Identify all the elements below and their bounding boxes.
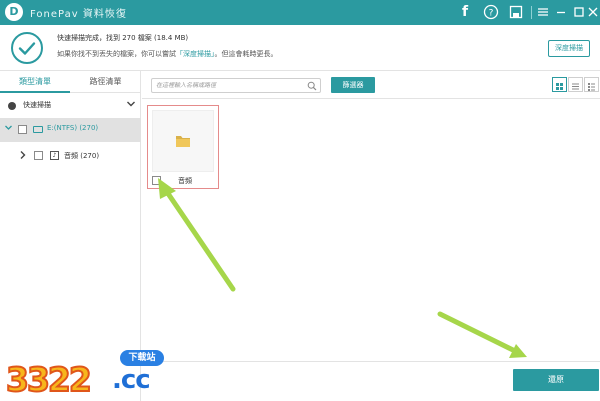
minimize-icon[interactable] — [553, 4, 569, 20]
chevron-down-icon[interactable] — [126, 98, 136, 113]
scan-complete-check-icon — [11, 32, 43, 64]
search-icon[interactable] — [307, 81, 317, 91]
feedback-icon[interactable]: ? — [483, 4, 499, 20]
facebook-icon[interactable]: f — [457, 4, 473, 20]
tab-path-list[interactable]: 路徑清單 — [70, 71, 141, 93]
app-name: FonePav — [30, 9, 79, 20]
app-subtitle: 資料恢復 — [82, 9, 127, 20]
scan-hint-prefix: 如果你找不到丟失的檔案，你可以嘗試 — [57, 50, 176, 58]
file-card-label: 音頻 — [178, 177, 192, 185]
menu-icon[interactable] — [535, 4, 551, 20]
tree-item-drive[interactable]: E:(NTFS) (270) — [0, 118, 141, 142]
file-card[interactable]: 音頻 — [147, 105, 219, 189]
tree-item-audio[interactable]: ♪ 音頻 (270) — [0, 148, 141, 164]
detail-view-icon[interactable] — [584, 77, 599, 92]
audio-folder-checkbox[interactable] — [34, 151, 43, 160]
titlebar-divider — [531, 6, 532, 19]
chevron-expanded-icon[interactable] — [4, 123, 13, 135]
folder-icon — [176, 136, 190, 147]
view-tabs: 類型清單 路徑清單 — [0, 71, 141, 93]
drive-label: E:(NTFS) (270) — [47, 124, 99, 132]
deep-scan-link[interactable]: 「深度掃描」 — [176, 50, 215, 58]
list-view-icon[interactable] — [568, 77, 583, 92]
restore-button[interactable]: 還原 — [513, 369, 599, 391]
app-window: D FonePav 資料恢復 f ? 快速掃描完成，找到 270 檔案 (18.… — [0, 0, 600, 401]
quick-scan-row[interactable]: 快速掃描 — [0, 98, 141, 114]
deep-scan-button[interactable]: 深度掃描 — [548, 40, 590, 57]
watermark-number: 3322 — [5, 359, 93, 400]
file-thumbnail — [152, 110, 214, 172]
watermark-badge: 下载站 — [120, 350, 164, 366]
site-watermark-logo: 下载站 3322 .cc — [0, 340, 175, 401]
drive-checkbox[interactable] — [18, 125, 27, 134]
tab-type-list[interactable]: 類型清單 — [0, 71, 70, 93]
hard-drive-icon — [33, 126, 43, 133]
save-icon[interactable] — [508, 4, 524, 20]
quick-scan-dot-icon — [8, 102, 16, 110]
file-grid: 音頻 — [142, 99, 600, 361]
svg-text:?: ? — [489, 9, 494, 19]
close-icon[interactable] — [585, 4, 600, 20]
footer-bar: 還原 — [142, 361, 600, 401]
watermark-suffix: .cc — [112, 365, 151, 395]
scan-hint-suffix: 。但這會耗時更長。 — [214, 50, 278, 58]
audio-file-icon: ♪ — [50, 151, 59, 160]
file-card-checkbox[interactable] — [152, 176, 161, 185]
search-input[interactable] — [156, 80, 302, 91]
app-logo-icon: D — [5, 3, 23, 21]
title-bar: D FonePav 資料恢復 f ? — [0, 0, 600, 25]
grid-view-icon[interactable] — [552, 77, 567, 92]
filter-button[interactable]: 篩選器 — [331, 77, 375, 93]
content-toolbar: 篩選器 — [142, 71, 600, 99]
quick-scan-label: 快速掃描 — [23, 101, 51, 109]
app-title: FonePav 資料恢復 — [30, 5, 127, 20]
scan-hint-text: 如果你找不到丟失的檔案，你可以嘗試「深度掃描」。但這會耗時更長。 — [57, 49, 278, 59]
audio-folder-label: 音頻 (270) — [64, 152, 100, 160]
chevron-right-icon[interactable] — [19, 149, 27, 164]
scan-status-area: 快速掃描完成，找到 270 檔案 (18.4 MB) 如果你找不到丟失的檔案，你… — [0, 25, 600, 71]
search-box[interactable] — [151, 78, 321, 93]
scan-result-text: 快速掃描完成，找到 270 檔案 (18.4 MB) — [57, 34, 189, 42]
